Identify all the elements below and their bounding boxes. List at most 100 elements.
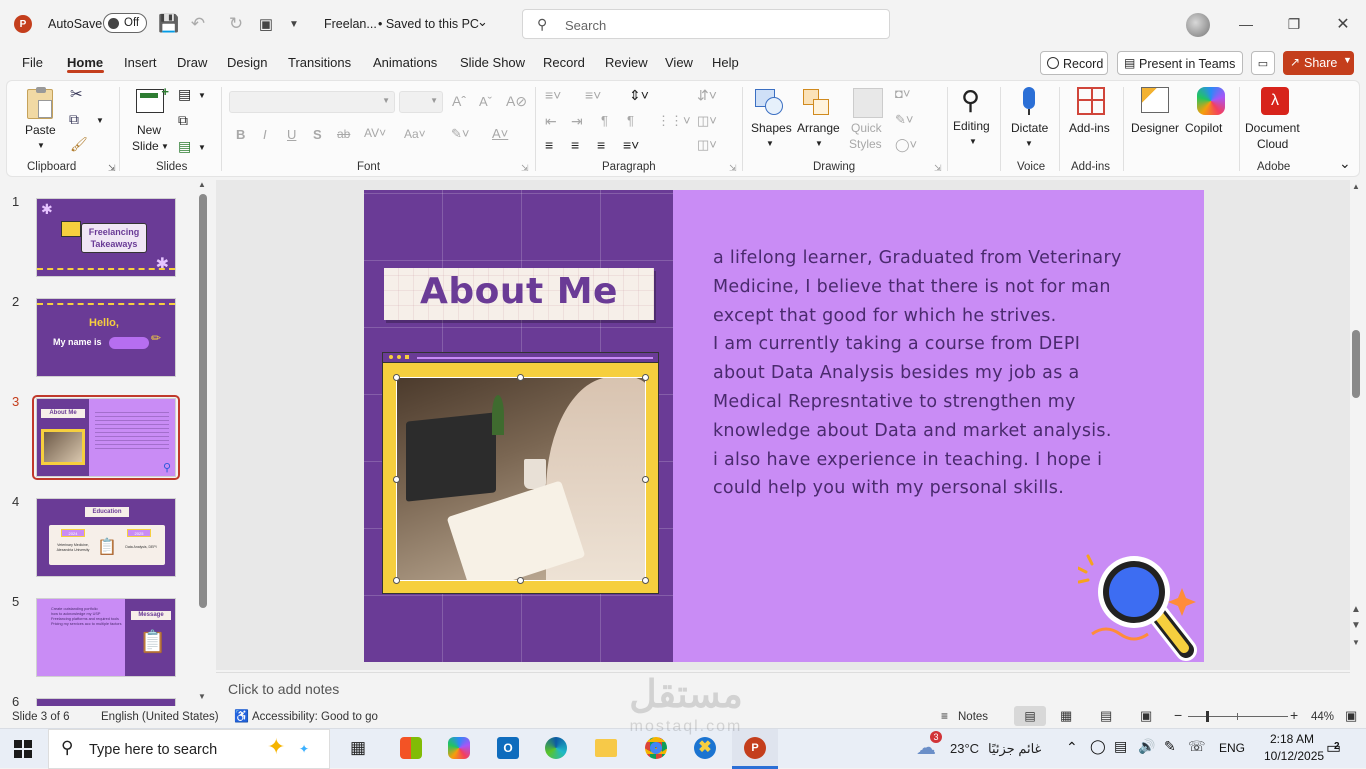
shapes-button[interactable]: Shapes ▼ xyxy=(749,85,793,151)
normal-view-icon[interactable]: ▤ xyxy=(1014,706,1046,726)
windows-start-icon[interactable] xyxy=(14,740,32,758)
resize-handle[interactable] xyxy=(517,374,524,381)
edge-icon[interactable] xyxy=(545,737,567,759)
chevron-down-icon[interactable]: ▼ xyxy=(198,143,206,152)
search-box[interactable]: ⚲ Search xyxy=(522,9,890,39)
dialog-launcher-icon[interactable]: ⇲ xyxy=(521,163,529,174)
ms-store-icon[interactable] xyxy=(400,737,422,759)
format-painter-icon[interactable]: 🖌 xyxy=(70,136,88,153)
copilot-taskbar-icon[interactable] xyxy=(448,737,470,759)
chevron-down-icon[interactable]: ▼ xyxy=(198,91,206,100)
ltr-icon[interactable]: ¶ xyxy=(627,113,634,128)
zoom-slider[interactable] xyxy=(1188,711,1288,722)
resize-handle[interactable] xyxy=(642,577,649,584)
redo-icon[interactable]: ↻ xyxy=(225,13,247,35)
reading-view-icon[interactable]: ▤ xyxy=(1100,708,1112,724)
rtl-icon[interactable]: ¶ xyxy=(601,113,608,128)
dialog-launcher-icon[interactable]: ⇲ xyxy=(108,163,116,174)
tab-record[interactable]: Record xyxy=(543,55,585,70)
align-right-icon[interactable]: ≡ xyxy=(597,137,605,153)
slide-thumbnail-5[interactable]: Create outstanding portfolio how to ackn… xyxy=(36,598,176,677)
doc-status[interactable]: • Saved to this PC xyxy=(378,17,479,31)
font-name-select[interactable]: ▼ xyxy=(229,91,395,113)
task-view-icon[interactable]: ▦ xyxy=(350,738,366,758)
tab-review[interactable]: Review xyxy=(605,55,648,70)
underline-icon[interactable]: U xyxy=(287,127,296,142)
slide-thumbnail-4[interactable]: Education 2024 2025 Veterinary Medicine,… xyxy=(36,498,176,577)
record-button[interactable]: Record xyxy=(1040,51,1108,75)
decrease-font-icon[interactable]: Aˇ xyxy=(479,94,492,109)
slide-thumbnail-1[interactable]: ✱ ✱ Freelancing Takeaways xyxy=(36,198,176,277)
next-slide-icon[interactable]: ▼ xyxy=(1351,620,1361,631)
numbering-icon[interactable]: ≡˅ xyxy=(585,87,601,103)
paste-button[interactable]: Paste xyxy=(23,85,59,143)
clock-date[interactable]: 10/12/2025 xyxy=(1264,749,1324,763)
line-spacing-icon[interactable]: ⇕˅ xyxy=(629,87,649,104)
layout-icon[interactable]: ▤ xyxy=(178,86,191,103)
columns-icon[interactable]: ⋮⋮˅ xyxy=(657,113,691,129)
show-hidden-icons[interactable]: ⌃ xyxy=(1066,739,1078,756)
resize-handle[interactable] xyxy=(642,476,649,483)
chevron-down-icon[interactable]: ▼ xyxy=(96,116,104,125)
copy-icon[interactable]: ⧉ xyxy=(69,111,79,128)
quick-styles-button[interactable]: Quick Styles xyxy=(845,85,893,155)
resize-handle[interactable] xyxy=(393,374,400,381)
justify-icon[interactable]: ≡˅ xyxy=(623,137,639,153)
dictate-button[interactable]: Dictate ▼ xyxy=(1007,85,1051,151)
tab-animations[interactable]: Animations xyxy=(373,55,437,70)
new-slide-button[interactable]: + New Slide ▼ xyxy=(131,84,171,153)
present-from-start-icon[interactable]: ▣ xyxy=(255,13,277,35)
input-language[interactable]: ENG xyxy=(1219,741,1245,755)
account-avatar[interactable] xyxy=(1186,13,1210,37)
copilot-button[interactable]: Copilot xyxy=(1185,85,1233,139)
tab-home[interactable]: Home xyxy=(67,55,103,70)
current-slide[interactable]: About Me a lifelong learner, Graduated f… xyxy=(364,190,1204,662)
fit-to-window-icon[interactable]: ▣ xyxy=(1345,708,1357,724)
close-icon[interactable]: ✕ xyxy=(1329,12,1357,36)
clock-time[interactable]: 2:18 AM xyxy=(1270,732,1314,746)
magnifier-sticker-icon[interactable] xyxy=(1078,552,1204,662)
taskbar-search[interactable]: ⚲ Type here to search ✦ ✦ xyxy=(48,729,330,769)
increase-indent-icon[interactable]: ⇥ xyxy=(571,113,583,130)
char-spacing-icon[interactable]: AV˅ xyxy=(364,126,386,140)
zoom-slider-thumb[interactable] xyxy=(1206,711,1209,722)
tab-draw[interactable]: Draw xyxy=(177,55,207,70)
undo-icon[interactable]: ↶ xyxy=(187,13,209,35)
shape-effects-icon[interactable]: ◯˅ xyxy=(895,137,917,153)
vertical-scrollbar-thumb[interactable] xyxy=(1352,330,1360,398)
restore-icon[interactable]: ❐ xyxy=(1280,12,1308,36)
tab-file[interactable]: File xyxy=(22,55,43,70)
share-button[interactable]: ↗ Share ▼ xyxy=(1283,51,1354,75)
thumbnail-scrollbar[interactable] xyxy=(199,194,207,608)
font-size-select[interactable]: ▼ xyxy=(399,91,443,113)
scroll-up-icon[interactable]: ▲ xyxy=(198,180,206,189)
accessibility-status[interactable]: Accessibility: Good to go xyxy=(252,711,378,723)
scroll-down-icon[interactable]: ▼ xyxy=(1352,638,1360,647)
italic-icon[interactable]: I xyxy=(263,127,267,142)
editing-button[interactable]: ⚲ Editing ▼ xyxy=(953,85,993,151)
designer-button[interactable]: Designer xyxy=(1129,85,1181,139)
dialog-launcher-icon[interactable]: ⇲ xyxy=(729,163,737,174)
arrange-button[interactable]: Arrange ▼ xyxy=(795,85,843,151)
collapse-ribbon-icon[interactable]: ⌄ xyxy=(1339,155,1351,172)
text-direction-icon[interactable]: ⇵˅ xyxy=(697,87,717,104)
bold-icon[interactable]: B xyxy=(236,127,245,142)
cut-icon[interactable]: ✂ xyxy=(70,85,83,103)
strikethrough-icon[interactable]: ab xyxy=(337,127,350,141)
align-center-icon[interactable]: ≡ xyxy=(571,137,579,153)
document-cloud-button[interactable]: λ Document Cloud xyxy=(1243,85,1305,155)
slide-thumbnail-6[interactable] xyxy=(36,698,176,706)
slide-thumbnail-3[interactable]: About Me ⚲ xyxy=(36,398,176,477)
resize-handle[interactable] xyxy=(393,577,400,584)
increase-font-icon[interactable]: Aˆ xyxy=(452,93,466,109)
chevron-down-icon[interactable]: ▼ xyxy=(37,141,45,150)
zoom-level[interactable]: 44% xyxy=(1311,711,1334,723)
zoom-in-icon[interactable]: + xyxy=(1290,707,1298,723)
language-status[interactable]: English (United States) xyxy=(101,711,219,723)
tab-insert[interactable]: Insert xyxy=(124,55,157,70)
tab-slide-show[interactable]: Slide Show xyxy=(460,55,525,70)
addins-button[interactable]: Add-ins xyxy=(1067,85,1113,139)
slide-title-box[interactable]: About Me xyxy=(384,268,654,320)
bullets-icon[interactable]: ≡˅ xyxy=(545,87,561,103)
slideshow-view-icon[interactable]: ▣ xyxy=(1140,708,1152,724)
